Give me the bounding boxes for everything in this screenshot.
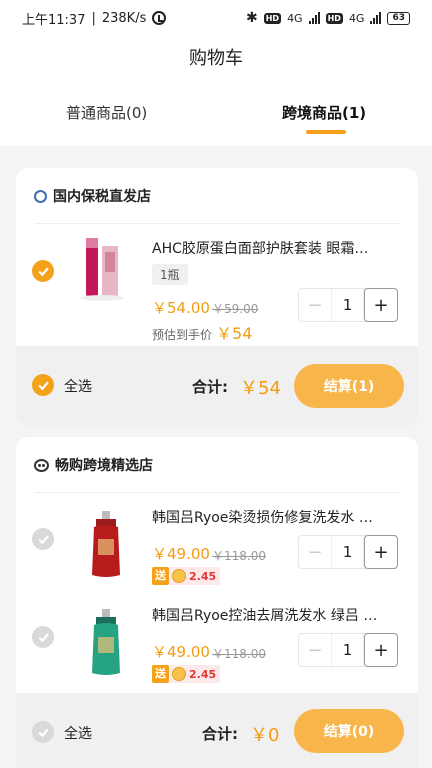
network-label: 4G (287, 11, 303, 25)
original-price: ￥118.00 (212, 647, 266, 661)
product-price: ￥49.00 (152, 545, 210, 563)
header: 购物车 普通商品(0) 跨境商品(1) (0, 36, 432, 146)
divider (34, 492, 400, 493)
check-icon (37, 633, 49, 642)
hd-badge-2: HD (325, 12, 343, 24)
alarm-icon (152, 11, 167, 25)
item-checkbox[interactable] (32, 528, 54, 550)
quantity-value[interactable]: 1 (331, 289, 364, 321)
check-icon (37, 728, 49, 737)
product-image[interactable] (76, 509, 136, 581)
tab-cross-border-goods[interactable]: 跨境商品(1) (282, 102, 366, 123)
tab-normal-goods[interactable]: 普通商品(0) (66, 102, 147, 123)
checkout-button[interactable]: 结算(0) (294, 709, 404, 753)
item-checkbox[interactable] (32, 260, 54, 282)
increase-button[interactable]: + (364, 288, 398, 322)
select-all-checkbox[interactable] (32, 721, 54, 743)
product-image[interactable] (72, 232, 132, 304)
estimated-price: 预估到手价 ￥54 (152, 320, 252, 344)
coin-icon (172, 569, 186, 583)
status-speed: 238K/s (101, 10, 147, 26)
estimate-label: 预估到手价 (152, 328, 213, 342)
product-price: ￥54.00 (152, 299, 210, 317)
promo-tag: 送 (152, 567, 169, 585)
quantity-value[interactable]: 1 (331, 634, 364, 666)
product-price: ￥49.00 (152, 643, 210, 661)
status-bar: 上午11:37 | 238K/s ✱ HD 4G HD 4G 63 (0, 0, 432, 36)
increase-button[interactable]: + (364, 535, 398, 569)
promo-value: 2.45 (189, 667, 217, 681)
panda-logo-icon (34, 458, 49, 472)
decrease-button[interactable]: − (299, 289, 331, 321)
store-footer: 全选 合计: ￥54 结算(1) (16, 346, 418, 426)
network-label-2: 4G (348, 11, 365, 25)
increase-button[interactable]: + (364, 633, 398, 667)
select-all-checkbox[interactable] (32, 374, 54, 396)
product-image[interactable] (76, 607, 136, 679)
store-header[interactable]: 国内保税直发店 (34, 186, 151, 206)
promo-badge: 送 2.45 (152, 567, 221, 585)
store-name: 国内保税直发店 (53, 189, 151, 205)
store-card: 国内保税直发店 AHC胶原蛋白面部护肤套装 眼霜… 1瓶 ￥54.00 ￥59.… (16, 168, 418, 426)
signal-icon (308, 12, 320, 24)
decrease-button[interactable]: − (299, 634, 331, 666)
quantity-stepper: − 1 + (298, 535, 398, 569)
page-title: 购物车 (189, 48, 243, 69)
promo-value: 2.45 (189, 569, 217, 583)
quantity-value[interactable]: 1 (331, 536, 364, 568)
decrease-button[interactable]: − (299, 536, 331, 568)
total-value: ￥0 (250, 725, 280, 746)
store-card: 畅购跨境精选店 韩国吕Ryoe染烫损伤修复洗发水 … ￥49.00 ￥118.0… (16, 437, 418, 768)
store-header[interactable]: 畅购跨境精选店 (34, 455, 153, 475)
store-name: 畅购跨境精选店 (55, 458, 153, 474)
divider (34, 223, 400, 224)
original-price: ￥118.00 (212, 549, 266, 563)
store-logo-icon (34, 189, 47, 203)
quantity-stepper: − 1 + (298, 633, 398, 667)
product-name[interactable]: 韩国吕Ryoe控油去屑洗发水 绿吕 … (152, 605, 402, 625)
check-icon (37, 267, 49, 276)
checkout-button[interactable]: 结算(1) (294, 364, 404, 408)
hd-badge: HD (263, 12, 282, 24)
store-footer: 全选 合计: ￥0 结算(0) (16, 693, 418, 768)
total-label: 合计: (192, 378, 228, 396)
signal-icon-2 (370, 12, 382, 24)
battery-icon: 63 (387, 11, 410, 25)
product-spec[interactable]: 1瓶 (152, 264, 188, 285)
check-icon (37, 535, 49, 544)
promo-badge: 送 2.45 (152, 665, 221, 683)
status-time: 上午11:37 (22, 12, 86, 28)
total-label: 合计: (202, 725, 238, 743)
promo-tag: 送 (152, 665, 169, 683)
original-price: ￥59.00 (212, 302, 259, 316)
item-checkbox[interactable] (32, 626, 54, 648)
quantity-stepper: − 1 + (298, 288, 398, 322)
product-name[interactable]: 韩国吕Ryoe染烫损伤修复洗发水 … (152, 507, 402, 527)
tab-active-indicator (306, 130, 346, 134)
product-name[interactable]: AHC胶原蛋白面部护肤套装 眼霜… (152, 238, 402, 258)
coin-icon (172, 667, 186, 681)
total-value: ￥54 (240, 378, 281, 399)
bluetooth-icon: ✱ (245, 10, 258, 26)
check-icon (37, 381, 49, 390)
select-all-label[interactable]: 全选 (64, 376, 92, 396)
select-all-label[interactable]: 全选 (64, 723, 92, 743)
estimate-value: ￥54 (216, 324, 253, 343)
